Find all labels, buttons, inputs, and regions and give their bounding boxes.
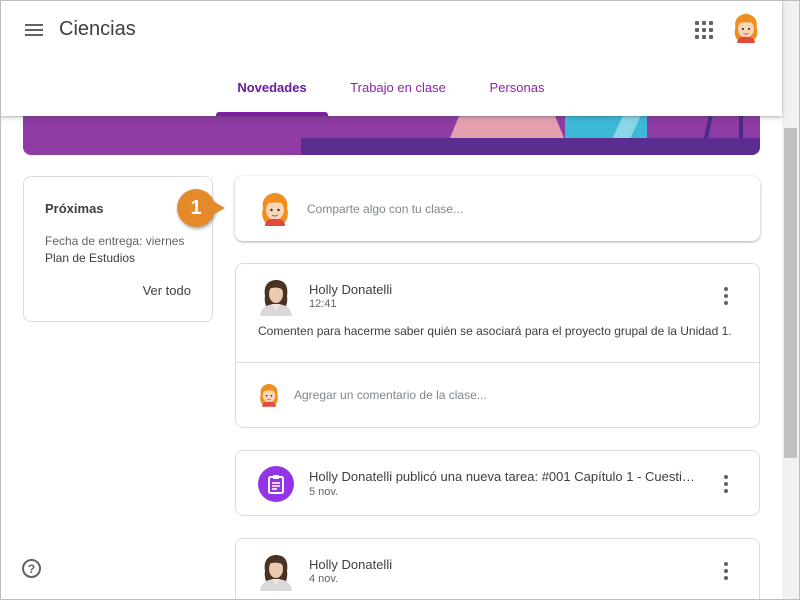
post-author: Holly Donatelli bbox=[309, 282, 393, 297]
tab-personas[interactable]: Personas bbox=[478, 58, 556, 116]
announcement-card: Holly Donatelli 4 nov. bbox=[235, 538, 760, 600]
upcoming-due-date: Fecha de entrega: viernes bbox=[45, 234, 185, 248]
announcement-card: Holly Donatelli 12:41 Comenten para hace… bbox=[235, 263, 760, 428]
hamburger-menu-icon[interactable] bbox=[18, 14, 50, 46]
post-body: Comenten para hacerme saber quién se aso… bbox=[258, 324, 732, 338]
class-title[interactable]: Ciencias bbox=[59, 18, 136, 41]
banner-shape bbox=[301, 138, 760, 155]
assignment-title: Holly Donatelli publicó una nueva tarea:… bbox=[309, 469, 701, 484]
step-callout-badge: 1 bbox=[177, 189, 225, 227]
class-comment-input[interactable]: Agregar un comentario de la clase... bbox=[294, 388, 487, 402]
scrollbar-thumb[interactable] bbox=[784, 128, 797, 458]
assignment-card[interactable]: Holly Donatelli publicó una nueva tarea:… bbox=[235, 450, 760, 516]
tab-novedades[interactable]: Novedades bbox=[216, 58, 328, 116]
teacher-avatar bbox=[258, 553, 294, 591]
post-time: 4 nov. bbox=[309, 573, 339, 585]
account-avatar[interactable] bbox=[731, 13, 761, 43]
tab-trabajo-en-clase[interactable]: Trabajo en clase bbox=[340, 58, 456, 116]
user-avatar bbox=[258, 383, 280, 407]
more-vert-icon[interactable] bbox=[714, 472, 738, 496]
class-banner bbox=[23, 110, 760, 155]
share-with-class-box[interactable]: Comparte algo con tu clase... bbox=[235, 176, 760, 241]
more-vert-icon[interactable] bbox=[714, 559, 738, 583]
view-all-button[interactable]: Ver todo bbox=[143, 283, 191, 298]
post-author: Holly Donatelli bbox=[309, 557, 393, 572]
class-tabs: Novedades Trabajo en clase Personas bbox=[0, 58, 782, 116]
more-vert-icon[interactable] bbox=[714, 284, 738, 308]
help-icon[interactable]: ? bbox=[22, 559, 41, 578]
assignment-icon bbox=[258, 466, 294, 502]
upcoming-title: Próximas bbox=[45, 201, 104, 216]
apps-grid-icon[interactable] bbox=[688, 14, 720, 46]
assignment-time: 5 nov. bbox=[309, 486, 339, 498]
teacher-avatar bbox=[258, 278, 294, 316]
post-time: 12:41 bbox=[309, 298, 337, 310]
upcoming-item-link[interactable]: Plan de Estudios bbox=[45, 251, 135, 265]
share-placeholder[interactable]: Comparte algo con tu clase... bbox=[307, 202, 463, 216]
divider bbox=[236, 362, 759, 363]
top-app-bar: Ciencias Novedades Trabajo en clase Pers… bbox=[0, 0, 782, 116]
user-avatar bbox=[259, 192, 291, 226]
